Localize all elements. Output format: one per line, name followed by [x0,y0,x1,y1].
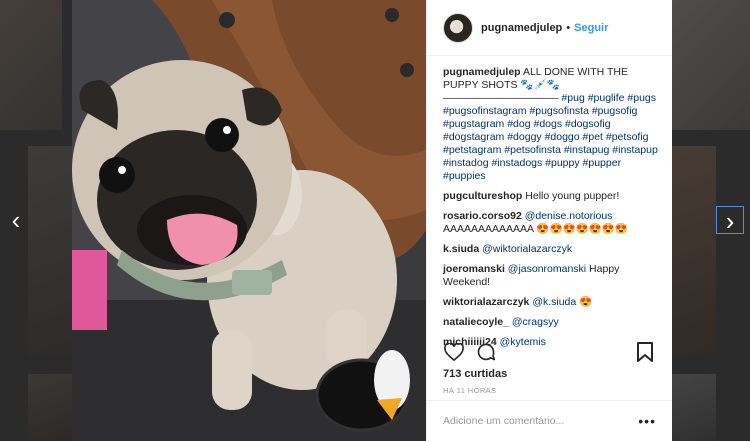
follow-button[interactable]: Seguir [574,22,608,34]
background-thumbnail [672,0,750,130]
background-thumbnail [672,146,716,356]
chevron-right-icon[interactable]: › [716,206,744,235]
comment-username[interactable]: k.siuda [443,243,479,255]
comment-username[interactable]: wiktorialazarczyk [443,296,529,308]
post-sidebar: pugnamedjulep • Seguir pugnamedjulep ALL… [426,0,672,441]
comment-username[interactable]: rosario.corso92 [443,210,522,222]
post-photo[interactable] [72,0,426,441]
comment-item: rosario.corso92 @denise.notorious AAAAAA… [443,210,660,236]
comment-mention[interactable]: @k.siuda [532,296,576,308]
pug-photo-illustration [72,0,426,441]
comment-text: 😍 [576,296,593,308]
caption-hashtags[interactable]: #pug #puglife #pugs #pugsofinstagram #pu… [443,92,658,182]
avatar[interactable] [443,12,473,43]
comment-text: AAAAAAAAAAAAA 😍😍😍😍😍😍😍 [443,223,628,235]
background-thumbnail [0,0,62,130]
comment-username[interactable]: joeromanski [443,263,505,275]
comment-mention[interactable]: @denise.notorious [525,210,613,222]
comment-mention[interactable]: @wiktorialazarczyk [482,243,572,255]
comment-item: pugcultureshop Hello young pupper! [443,190,660,203]
username-link[interactable]: pugnamedjulep [481,22,562,34]
comment-username[interactable]: nataliecoyle_ [443,316,509,328]
comment-item: joeromanski @jasonromanski Happy Weekend… [443,263,660,289]
caption: pugnamedjulep ALL DONE WITH THE PUPPY SH… [443,66,660,183]
comment-mention[interactable]: @cragsyy [512,316,559,328]
separator-dot: • [566,21,571,34]
timestamp: HÁ 11 HORAS [443,386,497,395]
comment-input[interactable] [443,415,639,427]
background-thumbnail [28,374,78,441]
background-thumbnail [672,374,716,441]
comment-composer: ••• [427,400,672,441]
like-count[interactable]: 713 curtidas [443,368,507,380]
background-thumbnail [28,146,78,356]
comment-username[interactable]: pugcultureshop [443,190,522,202]
post-header: pugnamedjulep • Seguir [427,0,672,56]
bookmark-icon[interactable] [634,341,656,363]
comment-item: k.siuda @wiktorialazarczyk [443,243,660,256]
comment-list: pugnamedjulep ALL DONE WITH THE PUPPY SH… [443,66,660,356]
heart-icon[interactable] [443,341,465,363]
comment-text: Hello young pupper! [525,190,620,202]
comment-bubble-icon[interactable] [475,341,497,363]
comment-item: wiktorialazarczyk @k.siuda 😍 [443,296,660,309]
comment-item: nataliecoyle_ @cragsyy [443,316,660,329]
caption-username[interactable]: pugnamedjulep [443,66,521,78]
action-bar [443,340,656,364]
comment-mention[interactable]: @jasonromanski [508,263,586,275]
post-modal: pugnamedjulep • Seguir pugnamedjulep ALL… [72,0,672,441]
more-options-icon[interactable]: ••• [638,413,656,429]
chevron-left-icon[interactable]: ‹ [2,206,30,234]
